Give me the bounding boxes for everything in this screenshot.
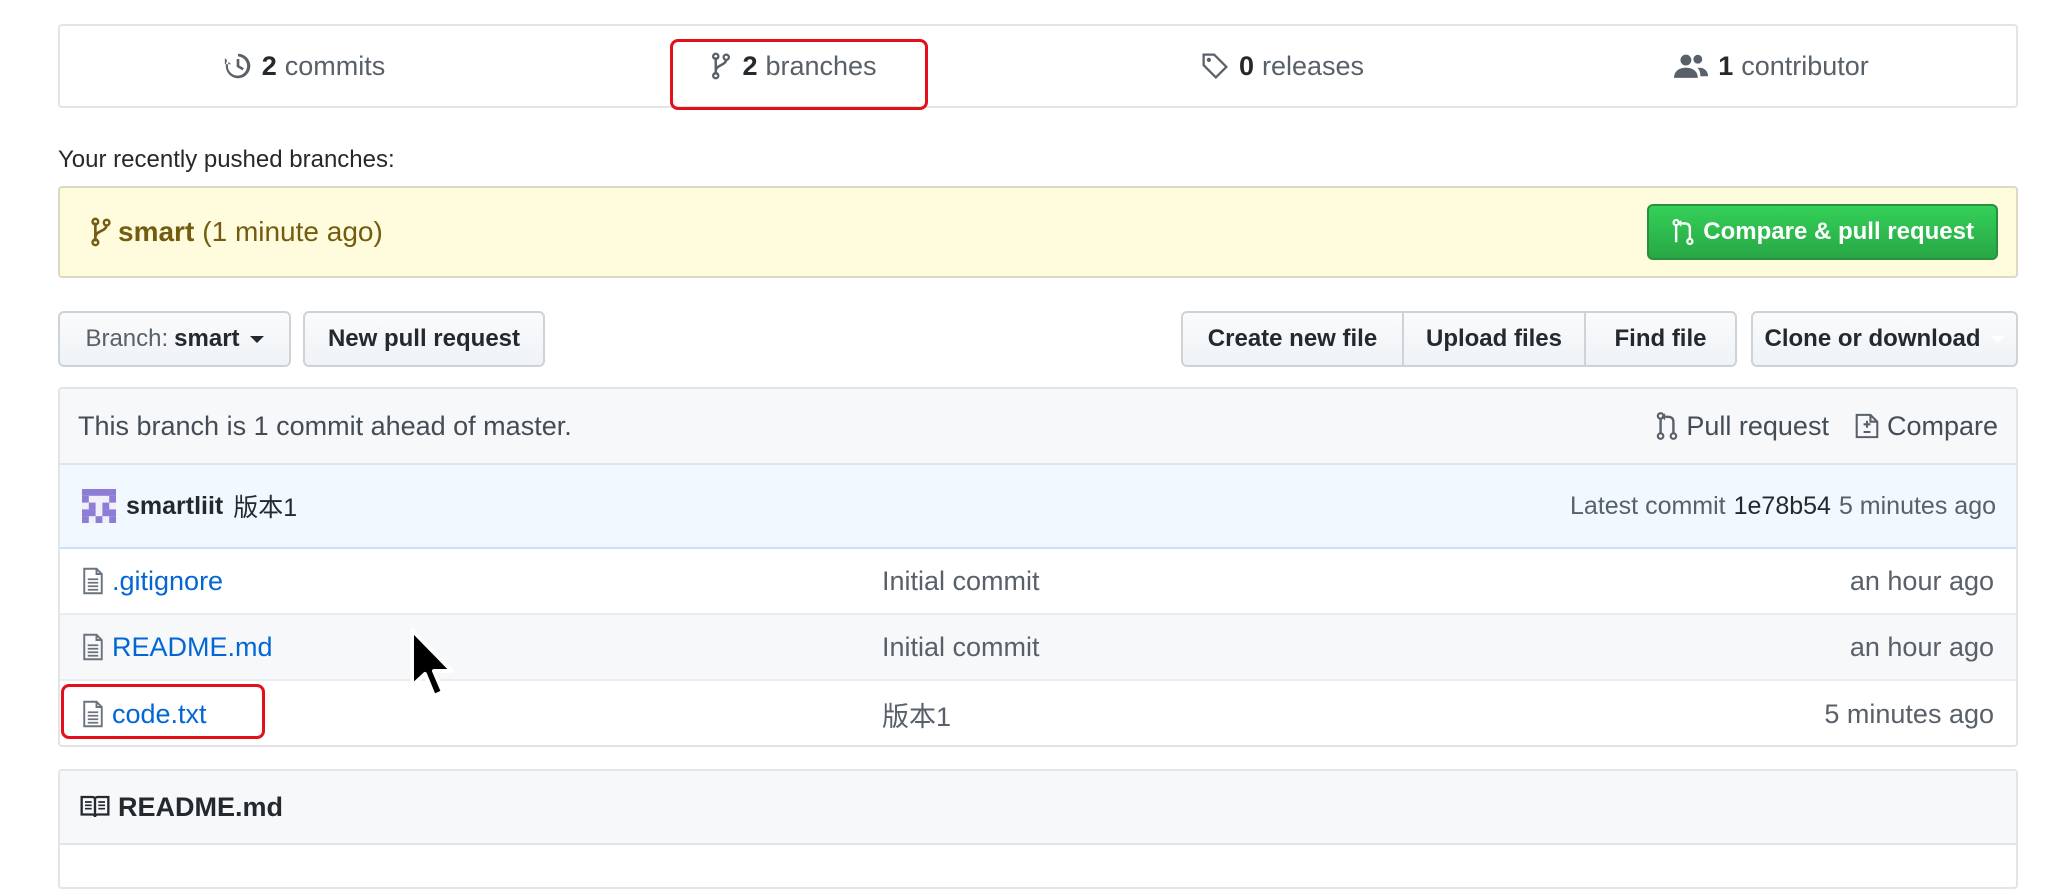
file-commit-message[interactable]: Initial commit	[882, 566, 1850, 597]
recent-branch-bar: smart (1 minute ago) Compare & pull requ…	[58, 186, 2018, 278]
branches-count: 2	[742, 50, 758, 81]
people-icon	[1674, 52, 1709, 80]
file-link[interactable]: .gitignore	[112, 566, 223, 597]
compare-link[interactable]: Compare	[1855, 411, 1998, 442]
readme-header: README.md	[60, 771, 2016, 845]
releases-count: 0	[1238, 50, 1254, 81]
file-icon	[82, 700, 104, 728]
mouse-pointer-icon	[410, 628, 456, 708]
latest-commit-row: smartliit 版本1 Latest commit 1e78b54 5 mi…	[60, 465, 2016, 549]
readme-title: README.md	[118, 791, 284, 822]
contributors-link[interactable]: 1 contributor	[1527, 26, 2016, 106]
file-commit-message[interactable]: 版本1	[882, 695, 1824, 734]
avatar[interactable]	[82, 489, 116, 523]
chevron-down-icon	[249, 335, 264, 343]
commits-count: 2	[261, 50, 277, 81]
contributors-label: contributor	[1741, 50, 1869, 81]
recent-branches-label: Your recently pushed branches:	[58, 146, 395, 173]
latest-commit-prefix: Latest commit	[1570, 491, 1726, 520]
clone-or-download-button[interactable]: Clone or download	[1751, 311, 2018, 367]
contributors-count: 1	[1718, 50, 1734, 81]
branch-select-button[interactable]: Branch: smart	[58, 311, 291, 367]
find-file-button[interactable]: Find file	[1586, 313, 1735, 365]
new-pull-request-button[interactable]: New pull request	[303, 311, 545, 367]
branch-prefix: Branch:	[85, 325, 169, 352]
create-new-file-button[interactable]: Create new file	[1183, 313, 1404, 365]
file-link[interactable]: code.txt	[112, 699, 207, 730]
book-icon	[80, 794, 110, 820]
file-icon	[82, 633, 104, 661]
git-pull-request-icon	[1656, 411, 1678, 441]
compare-pull-request-label: Compare & pull request	[1703, 218, 1974, 245]
pull-request-label: Pull request	[1686, 410, 1829, 441]
commits-link[interactable]: 2 commits	[60, 26, 549, 106]
diff-icon	[1855, 411, 1879, 441]
file-link[interactable]: README.md	[112, 632, 273, 663]
commits-label: commits	[284, 50, 386, 81]
file-age: 5 minutes ago	[1824, 698, 1994, 729]
compare-pull-request-button[interactable]: Compare & pull request	[1647, 204, 1998, 260]
releases-label: releases	[1261, 50, 1365, 81]
git-compare-icon	[1671, 218, 1695, 246]
branch-ahead-text: This branch is 1 commit ahead of master.	[78, 410, 572, 441]
recent-branch-name[interactable]: smart	[118, 216, 194, 248]
chevron-down-icon	[1990, 335, 2005, 343]
branch-select-name: smart	[174, 325, 240, 352]
numbers-summary: 2 commits 2 branches 0 releases 1 contri…	[58, 24, 2018, 108]
commit-sha[interactable]: 1e78b54	[1734, 492, 1831, 521]
tag-icon	[1201, 52, 1229, 80]
commit-message[interactable]: 版本1	[233, 488, 297, 524]
git-branch-icon	[90, 217, 112, 247]
clone-label: Clone or download	[1764, 325, 1981, 352]
branches-label: branches	[765, 50, 877, 81]
file-commit-message[interactable]: Initial commit	[882, 632, 1850, 663]
file-actions-group: Create new file Upload files Find file	[1181, 311, 1737, 367]
file-age: an hour ago	[1849, 565, 1994, 596]
recent-branch-time: (1 minute ago)	[202, 216, 383, 247]
readme-box: README.md	[58, 769, 2018, 889]
commit-author[interactable]: smartliit	[126, 492, 223, 521]
file-age: an hour ago	[1849, 631, 1994, 662]
file-icon	[82, 567, 104, 595]
file-row: README.md Initial commit an hour ago	[60, 615, 2016, 681]
compare-label: Compare	[1886, 410, 1998, 441]
releases-link[interactable]: 0 releases	[1038, 26, 1527, 106]
file-row: .gitignore Initial commit an hour ago	[60, 549, 2016, 615]
recent-branch: smart (1 minute ago)	[90, 216, 383, 248]
file-table: This branch is 1 commit ahead of master.…	[58, 387, 2018, 747]
branch-infobar: This branch is 1 commit ahead of master.…	[60, 389, 2016, 465]
upload-files-button[interactable]: Upload files	[1404, 313, 1586, 365]
commit-age: 5 minutes ago	[1838, 491, 1996, 520]
branches-link[interactable]: 2 branches	[549, 26, 1038, 106]
git-branch-icon	[710, 52, 732, 80]
history-icon	[224, 52, 252, 80]
pull-request-link[interactable]: Pull request	[1656, 411, 1829, 442]
file-row: code.txt 版本1 5 minutes ago	[60, 681, 2016, 745]
